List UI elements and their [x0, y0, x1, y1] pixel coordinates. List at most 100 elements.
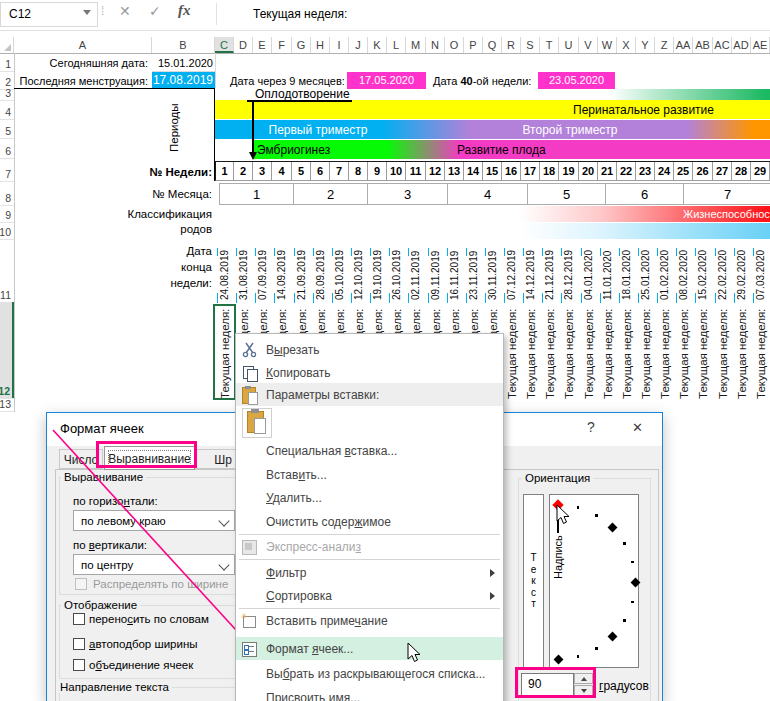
cell-week40-value[interactable]: 23.05.2020 [538, 72, 615, 89]
week-cell-23[interactable]: 23 [636, 162, 655, 181]
current-week-cell-17[interactable]: Текущая неделя: [525, 309, 537, 399]
week-cell-12[interactable]: 12 [426, 162, 445, 181]
month-cell-2[interactable]: 2 [293, 183, 367, 205]
week-end-date-17[interactable]: 14.12.2019 [525, 250, 536, 300]
week-cell-8[interactable]: 8 [349, 162, 368, 181]
current-week-cell-28[interactable]: Текущая неделя: [736, 309, 748, 399]
week-cell-11[interactable]: 11 [406, 162, 426, 181]
week-cell-15[interactable]: 15 [483, 162, 502, 181]
week-end-date-22[interactable]: 18.01.2020 [621, 250, 632, 300]
menu-item-insert[interactable]: Вставить... [236, 463, 503, 486]
current-week-cell-27[interactable]: Текущая неделя: [717, 309, 729, 399]
classification-label-line1[interactable]: Классификация [0, 208, 212, 220]
week-cell-29[interactable]: 29 [751, 162, 770, 181]
week-end-date-19[interactable]: 28.12.2019 [563, 250, 574, 300]
dial-dot--15[interactable] [631, 601, 634, 604]
week-cell-3[interactable]: 3 [253, 162, 272, 181]
week-end-date-11[interactable]: 02.11.2019 [410, 251, 421, 300]
week-end-date-13[interactable]: 16.11.2019 [449, 251, 460, 300]
month-cell-4[interactable]: 4 [447, 183, 527, 205]
week-cell-25[interactable]: 25 [674, 162, 693, 181]
selected-cell-c12[interactable] [213, 304, 236, 400]
week-end-date-5[interactable]: 21.09.2019 [296, 250, 307, 300]
month-cell-1[interactable]: 1 [219, 183, 293, 205]
menu-item-delete[interactable]: Удалить... [236, 486, 503, 509]
dial-dot--60[interactable] [595, 647, 598, 650]
week-end-date-20[interactable]: 04.01.2020 [583, 250, 594, 300]
classification-gradient-bar[interactable] [520, 223, 770, 239]
cell-today-label[interactable]: Сегодняшняя дата: [0, 57, 148, 69]
horizontal-chevron-icon[interactable] [218, 515, 229, 526]
fertilization-label[interactable]: Оплодотворение [255, 87, 350, 101]
week-end-date-16[interactable]: 07.12.2019 [506, 250, 517, 300]
menu-item-paste-button[interactable] [236, 406, 503, 441]
week-cell-6[interactable]: 6 [311, 162, 330, 181]
classification-label-line2[interactable]: родов [0, 223, 212, 235]
cell-period-label[interactable]: Последняя менструация: [0, 75, 148, 87]
periods-label[interactable]: Периоды [168, 103, 180, 152]
cell-week40-label[interactable]: Дата 40-ой недели: [433, 75, 531, 87]
week-cell-27[interactable]: 27 [713, 162, 732, 181]
week-end-date-10[interactable]: 26.10.2019 [391, 250, 402, 300]
week-end-date-21[interactable]: 11.01.2020 [602, 251, 613, 300]
menu-item-pick-from-list[interactable]: Выбрать из раскрывающегося списка... [236, 662, 503, 685]
week-end-date-25[interactable]: 08.02.2020 [678, 250, 689, 300]
week-cell-5[interactable]: 5 [292, 162, 311, 181]
week-end-label-line1[interactable]: Дата [0, 245, 212, 257]
week-end-label-line2[interactable]: конца [0, 261, 212, 273]
week-end-date-28[interactable]: 29.02.2020 [736, 250, 747, 300]
week-end-date-27[interactable]: 22.02.2020 [717, 250, 728, 300]
current-week-cell-22[interactable]: Текущая неделя: [621, 309, 633, 399]
week-end-date-15[interactable]: 30.11.2019 [487, 251, 498, 300]
week-end-date-4[interactable]: 14.09.2019 [276, 250, 287, 300]
current-week-cell-20[interactable]: Текущая неделя: [583, 309, 595, 399]
merge-checkbox[interactable] [73, 659, 85, 671]
perinatal-gradient-bar[interactable] [610, 89, 770, 100]
week-end-date-23[interactable]: 25.01.2020 [640, 250, 651, 300]
current-week-cell-25[interactable]: Текущая неделя: [678, 309, 690, 399]
week-cell-10[interactable]: 10 [387, 162, 406, 181]
current-week-cell-29[interactable]: Текущая неделя: [755, 309, 767, 399]
menu-item-sort[interactable]: Сортировка [236, 584, 503, 607]
dial-dot-15[interactable] [631, 561, 634, 564]
vertical-text-option[interactable]: Текст [523, 494, 544, 668]
week-cell-26[interactable]: 26 [693, 162, 713, 181]
dial-dot-60[interactable] [595, 514, 598, 517]
shrink-checkbox[interactable] [73, 638, 85, 650]
horizontal-select[interactable]: по левому краю [73, 510, 235, 531]
week-cell-28[interactable]: 28 [732, 162, 751, 181]
menu-item-filter[interactable]: Фильтр [236, 561, 503, 584]
cell-today-value[interactable]: 15.01.2020 [152, 57, 213, 69]
menu-item-copy[interactable]: Копировать [236, 361, 503, 384]
vertical-select[interactable]: по центру [73, 554, 235, 575]
week-end-date-12[interactable]: 09.11.2019 [430, 251, 441, 300]
week-end-date-2[interactable]: 31.08.2019 [238, 250, 249, 300]
vertical-chevron-icon[interactable] [218, 559, 229, 570]
month-cell-3[interactable]: 3 [367, 183, 447, 205]
dial-marker--90[interactable] [553, 654, 563, 664]
dial-dot--30[interactable] [623, 619, 626, 622]
week-end-date-6[interactable]: 28.09.2019 [315, 250, 326, 300]
week-end-date-14[interactable]: 23.11.2019 [468, 251, 479, 300]
week-cell-2[interactable]: 2 [234, 162, 253, 181]
month-cell-6[interactable]: 6 [605, 183, 683, 205]
menu-item-define-name[interactable]: Присвоить имя... [236, 686, 503, 701]
current-week-cell-24[interactable]: Текущая неделя: [659, 309, 671, 399]
week-cell-22[interactable]: 22 [617, 162, 636, 181]
menu-item-clear-contents[interactable]: Очистить содержимое [236, 510, 503, 533]
cell-period-value[interactable]: 17.08.2019 [152, 72, 215, 89]
wrap-checkbox[interactable] [73, 613, 85, 625]
week-cell-21[interactable]: 21 [598, 162, 617, 181]
dial-marker-0[interactable] [630, 577, 640, 587]
week-end-date-8[interactable]: 12.10.2019 [353, 250, 364, 300]
current-week-cell-26[interactable]: Текущая неделя: [697, 309, 709, 399]
menu-item-format-cells[interactable]: Формат ячеек... [236, 637, 503, 660]
weeks-row-label[interactable]: № Недели: [0, 166, 212, 178]
current-week-cell-21[interactable]: Текущая неделя: [602, 309, 614, 399]
week-cell-4[interactable]: 4 [272, 162, 292, 181]
week-cell-14[interactable]: 14 [464, 162, 483, 181]
current-week-cell-16[interactable]: Текущая неделя: [506, 309, 518, 399]
week-cell-9[interactable]: 9 [368, 162, 387, 181]
menu-item-quick-analysis[interactable]: Экспресс-анализ [236, 535, 503, 558]
week-cell-19[interactable]: 19 [559, 162, 579, 181]
